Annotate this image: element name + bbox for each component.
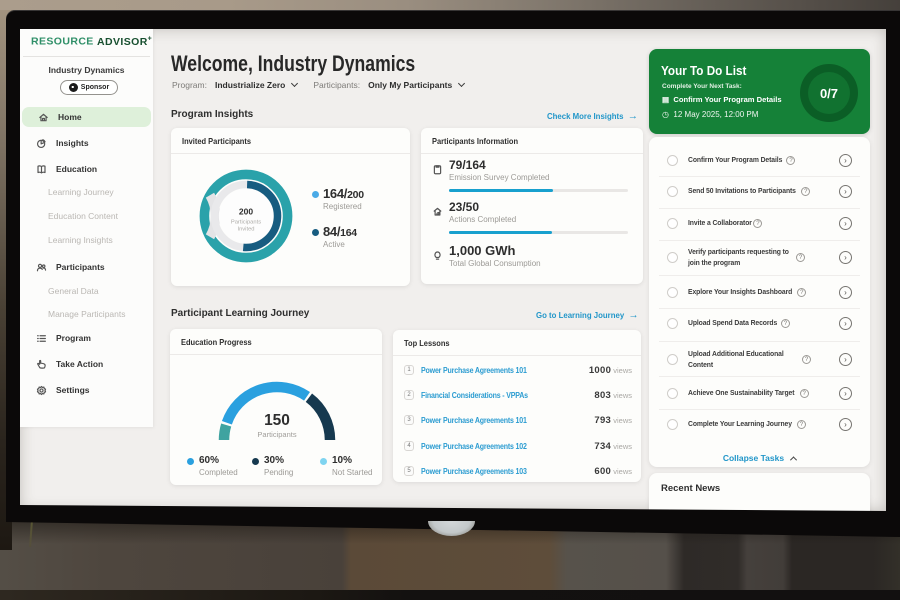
svg-text:Invited: Invited [237, 227, 254, 233]
svg-text:200: 200 [239, 207, 253, 217]
svg-text:Participants: Participants [231, 220, 261, 226]
